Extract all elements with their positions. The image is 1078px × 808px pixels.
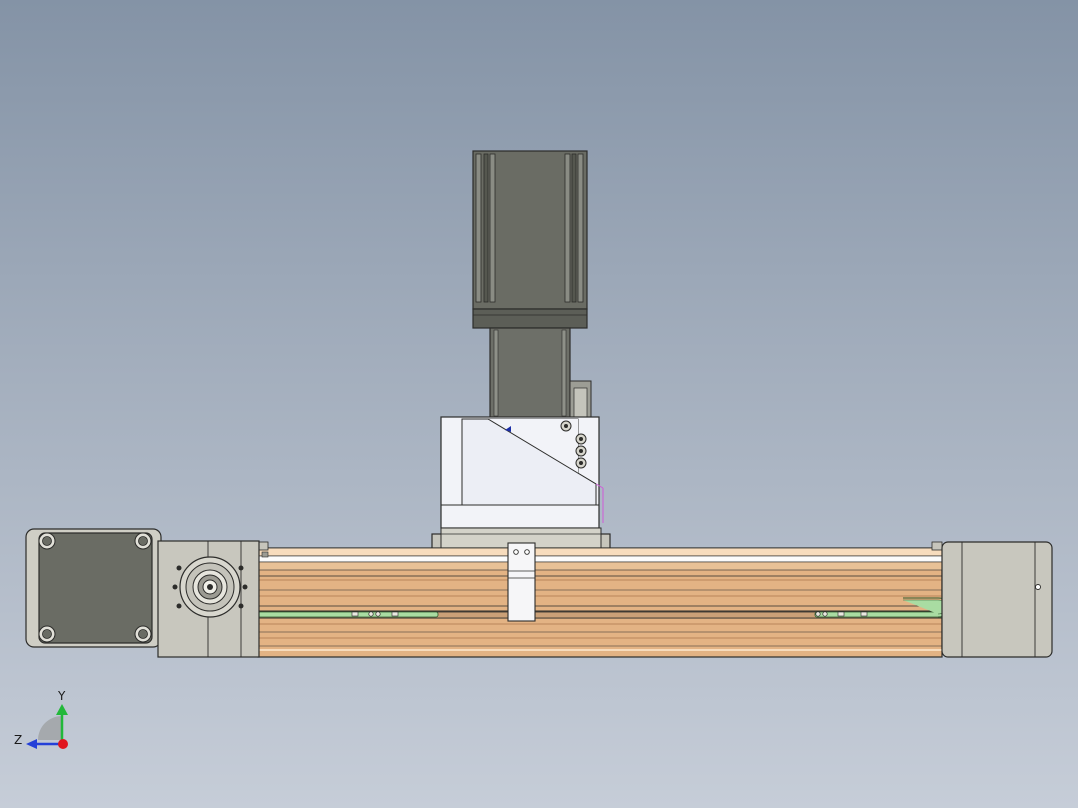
view-orientation-triad: Y Z (14, 689, 68, 749)
motor-reducer-column[interactable] (489, 327, 592, 430)
carriage-bracket[interactable] (440, 416, 604, 529)
y-axis-label: Y (57, 689, 66, 703)
end-cap[interactable] (941, 541, 1053, 658)
stepper-motor[interactable] (472, 150, 588, 329)
drive-motor-flange[interactable] (25, 528, 162, 648)
model-scene[interactable]: Y Z (0, 0, 1078, 808)
linear-rail-body[interactable] (257, 541, 950, 658)
end-bearing-housing[interactable] (157, 540, 269, 658)
clamp-plate[interactable] (507, 542, 536, 622)
belt-left (257, 611, 439, 618)
x-axis-origin (58, 739, 68, 749)
z-axis-label: Z (14, 733, 22, 747)
belt-right (814, 611, 948, 618)
cad-viewport[interactable]: Y Z (0, 0, 1078, 808)
